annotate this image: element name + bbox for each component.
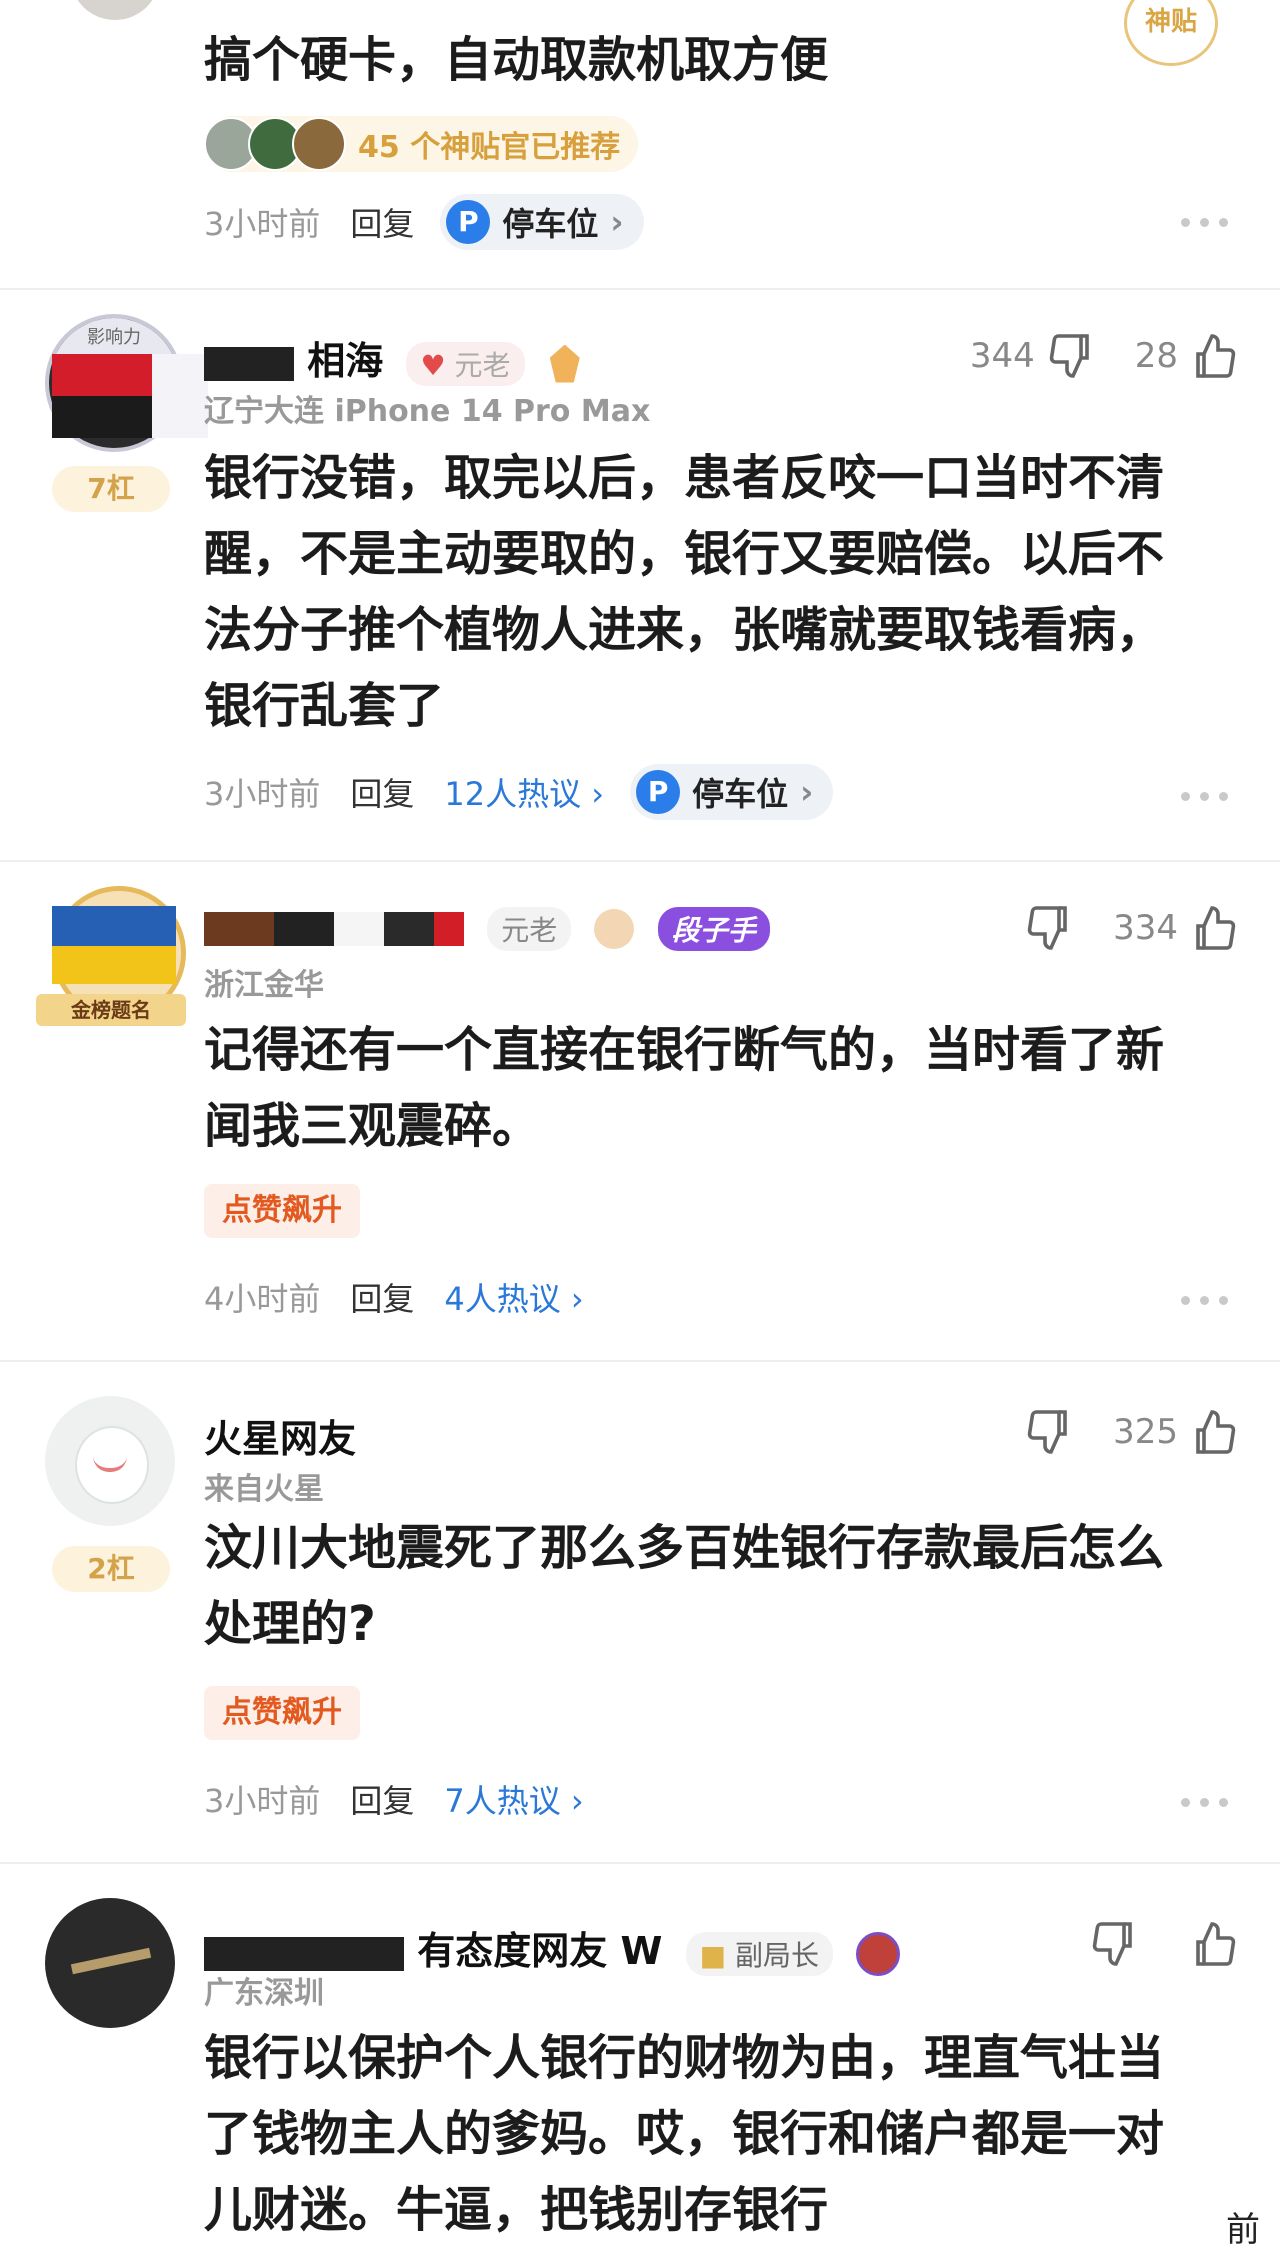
reply-button[interactable]: 回复 [350,199,414,245]
redaction [204,346,294,381]
hot-discussion-link[interactable]: 12人热议 › [444,769,604,815]
username[interactable]: 火星网友 [204,1408,356,1463]
hot-discussion-link[interactable]: 4人热议 › [444,1274,583,1320]
like-count: 28 [1134,336,1178,376]
thumbs-up-icon[interactable] [1190,1408,1238,1456]
comment-meta: 3小时前 回复 12人热议 › P 停车位 › [204,764,834,820]
redaction [204,1936,404,1971]
location: 来自火星 [204,1472,324,1507]
thumbs-up-icon[interactable] [1190,1920,1238,1968]
redaction [52,396,152,438]
timestamp: 4小时前 [204,1280,321,1318]
thumbs-down-icon[interactable] [1090,1920,1138,1968]
comment-meta: 3小时前 回复 7人热议 › [204,1776,584,1822]
rank-badge: 7杠 [52,466,170,512]
timestamp: 3小时前 [204,1782,321,1820]
divider [0,860,1280,862]
comment-meta: 4小时前 回复 4人热议 › [204,1274,584,1320]
hot-discussion-link[interactable]: 7人热议 › [444,1776,583,1822]
parking-icon: P [636,770,681,814]
rank-badge: 2杠 [52,1546,170,1592]
username[interactable]: 相海 ♥ 元老 [204,330,580,386]
recommender-avatar [292,117,346,171]
recommend-row[interactable]: 45 个神贴官已推荐 [204,116,639,172]
divider [0,1360,1280,1362]
chevron-right-icon: › [610,203,624,241]
comment-body: 银行以保护个人银行的财物为由，理直气壮当了钱物主人的爹妈。哎，银行和储户都是一对… [204,2030,1165,2238]
more-button[interactable] [1181,218,1228,227]
parking-button[interactable]: P 停车位 › [630,764,834,820]
thumbs-up-icon[interactable] [1190,904,1238,952]
clap-icon [594,908,635,949]
redaction [52,946,176,984]
timestamp: 3小时前 [204,775,321,813]
reply-button[interactable]: 回复 [350,1274,414,1320]
divider [0,288,1280,290]
avatar[interactable] [45,1396,175,1526]
avatar[interactable] [45,1898,175,2028]
redaction [52,354,152,396]
more-button[interactable] [1181,1296,1228,1305]
comment-body: 搞个硬卡，自动取款机取方便 [204,32,829,88]
heart-icon: ♥ [420,348,446,382]
more-button[interactable] [1181,792,1228,801]
reply-button[interactable]: 回复 [350,1776,414,1822]
influence-label: 影响力 [49,318,179,358]
frame-label: 金榜题名 [36,994,186,1026]
comment-body: 银行没错，取完以后，患者反咬一口当时不清醒，不是主动要取的，银行又要赔偿。以后不… [204,450,1165,734]
parking-button[interactable]: P 停车位 › [440,194,644,250]
thumbs-down-icon[interactable] [1025,1408,1073,1456]
redaction [204,911,274,946]
vote-group: 334 [1025,904,1238,952]
comment-meta: 3小时前 回复 P 停车位 › [204,194,644,250]
chevron-right-icon: › [800,773,814,811]
watermark-overlay: 前 [1120,2200,1266,2260]
trending-tag: 点赞飙升 [204,1184,360,1238]
redaction [152,354,208,438]
joker-badge: 段子手 [657,906,770,951]
elder-badge: ♥ 元老 [406,341,525,386]
vote-group: 325 [1025,1408,1238,1456]
reply-button[interactable]: 回复 [350,769,414,815]
avatar-frame[interactable]: 金榜题名 [34,876,194,1026]
film-icon [856,1931,901,1976]
timestamp: 3小时前 [204,205,321,243]
redaction [274,911,334,946]
location: 广东深圳 [204,1976,324,2011]
vote-group [1090,1920,1238,1968]
redaction [384,911,434,946]
dislike-count: 344 [969,336,1035,376]
divider [0,1862,1280,1864]
avatar[interactable] [70,0,160,20]
location: 浙江金华 [204,968,324,1003]
shield-icon: ■ [699,1938,727,1972]
trending-tag: 点赞飙升 [204,1686,360,1740]
location: 辽宁大连 iPhone 14 Pro Max [204,394,651,429]
more-button[interactable] [1181,1798,1228,1807]
rank-title-badge: ■ 副局长 [685,1931,834,1976]
username[interactable]: 元老 段子手 [204,904,770,951]
medal-icon [549,344,580,383]
comment-body: 记得还有一个直接在银行断气的，当时看了新闻我三观震碎。 [204,1022,1165,1154]
elder-badge: 元老 [487,906,572,951]
thumbs-down-icon[interactable] [1025,904,1073,952]
comment-body: 汶川大地震死了那么多百姓银行存款最后怎么处理的? [204,1520,1165,1652]
parking-icon: P [446,200,491,244]
like-count: 334 [1113,908,1178,948]
thumbs-down-icon[interactable] [1047,332,1095,380]
redaction [334,911,384,946]
redaction [52,906,176,946]
vote-group: 344 28 [970,332,1238,380]
thumbs-up-icon[interactable] [1190,332,1238,380]
redaction [434,911,464,946]
recommend-text: 45 个神贴官已推荐 [358,130,621,165]
like-count: 325 [1113,1412,1178,1452]
